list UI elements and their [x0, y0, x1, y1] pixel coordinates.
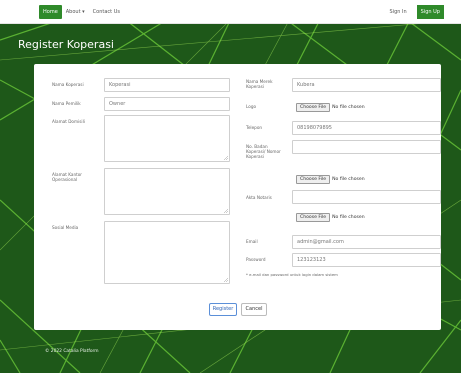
logo-choose-file-button[interactable]: Choose File	[296, 102, 331, 112]
password-input[interactable]: 123123123	[292, 253, 441, 267]
login-hint-note: * e-mail dan password untuk login dalam …	[246, 272, 338, 277]
nav-home-link[interactable]: Home	[39, 5, 62, 19]
sosial-media-textarea[interactable]	[104, 221, 230, 284]
email-input[interactable]: admin@gmail.com	[292, 235, 441, 249]
nav-signup-button[interactable]: Sign Up	[416, 5, 444, 19]
alamat-domisili-label: Alamat Domisili	[52, 119, 85, 124]
cancel-button[interactable]: Cancel	[241, 303, 267, 316]
nama-pemilik-input[interactable]: Owner	[104, 97, 230, 111]
nav-about-dropdown[interactable]: About ▾	[62, 5, 89, 19]
email-label: Email	[246, 239, 258, 244]
akta-file-picker: Choose File No file chosen	[296, 212, 365, 222]
nama-koperasi-input[interactable]: Koperasi	[104, 78, 230, 92]
akta-choose-file-button[interactable]: Choose File	[296, 212, 331, 222]
password-label: Password	[246, 257, 266, 262]
resize-grip-icon	[224, 156, 228, 160]
resize-grip-icon	[224, 209, 228, 213]
logo-label: Logo	[246, 104, 257, 109]
alamat-kantor-textarea[interactable]	[104, 168, 230, 215]
telepon-input[interactable]: 08198079895	[292, 121, 441, 135]
nav-contact-link[interactable]: Contact Us	[89, 5, 124, 19]
nama-merek-input[interactable]: Kubera	[292, 78, 441, 92]
akta-label: Akta Notaris	[246, 195, 272, 200]
document-choose-file-button[interactable]: Choose File	[296, 174, 331, 184]
top-navbar: Home About ▾ Contact Us Sign In Sign Up	[0, 0, 461, 24]
akta-file-status: No file chosen	[332, 214, 365, 220]
logo-file-status: No file chosen	[332, 104, 365, 110]
document-file-picker: Choose File No file chosen	[296, 174, 365, 184]
alamat-domisili-textarea[interactable]	[104, 115, 230, 162]
akta-input[interactable]	[292, 190, 441, 204]
nav-signin-link[interactable]: Sign In	[386, 5, 411, 19]
sosial-media-label: Sosial Media	[52, 225, 79, 230]
nav-auth: Sign In Sign Up	[386, 5, 444, 19]
nama-pemilik-label: Nama Pemilik	[52, 101, 81, 106]
no-badan-label: No. Badan Koperasi/ Nomor Koperasi	[246, 144, 281, 159]
register-button[interactable]: Register	[209, 303, 237, 316]
logo-file-picker: Choose File No file chosen	[296, 102, 365, 112]
nama-koperasi-label: Nama Koperasi	[52, 82, 84, 87]
resize-grip-icon	[224, 278, 228, 282]
document-file-status: No file chosen	[332, 176, 365, 182]
register-form-card: Nama Koperasi Koperasi Nama Pemilik Owne…	[34, 64, 441, 330]
nama-merek-label: Nama Merek Koperasi	[246, 79, 273, 89]
no-badan-input[interactable]	[292, 140, 441, 154]
alamat-kantor-label: Alamat Kantor Operasional	[52, 172, 83, 182]
telepon-label: Telepon	[246, 125, 263, 130]
nav-links: Home About ▾ Contact Us	[39, 5, 124, 19]
footer-copyright: © 2022 Catalia Platform	[45, 349, 99, 354]
page-title: Register Koperasi	[18, 38, 114, 51]
